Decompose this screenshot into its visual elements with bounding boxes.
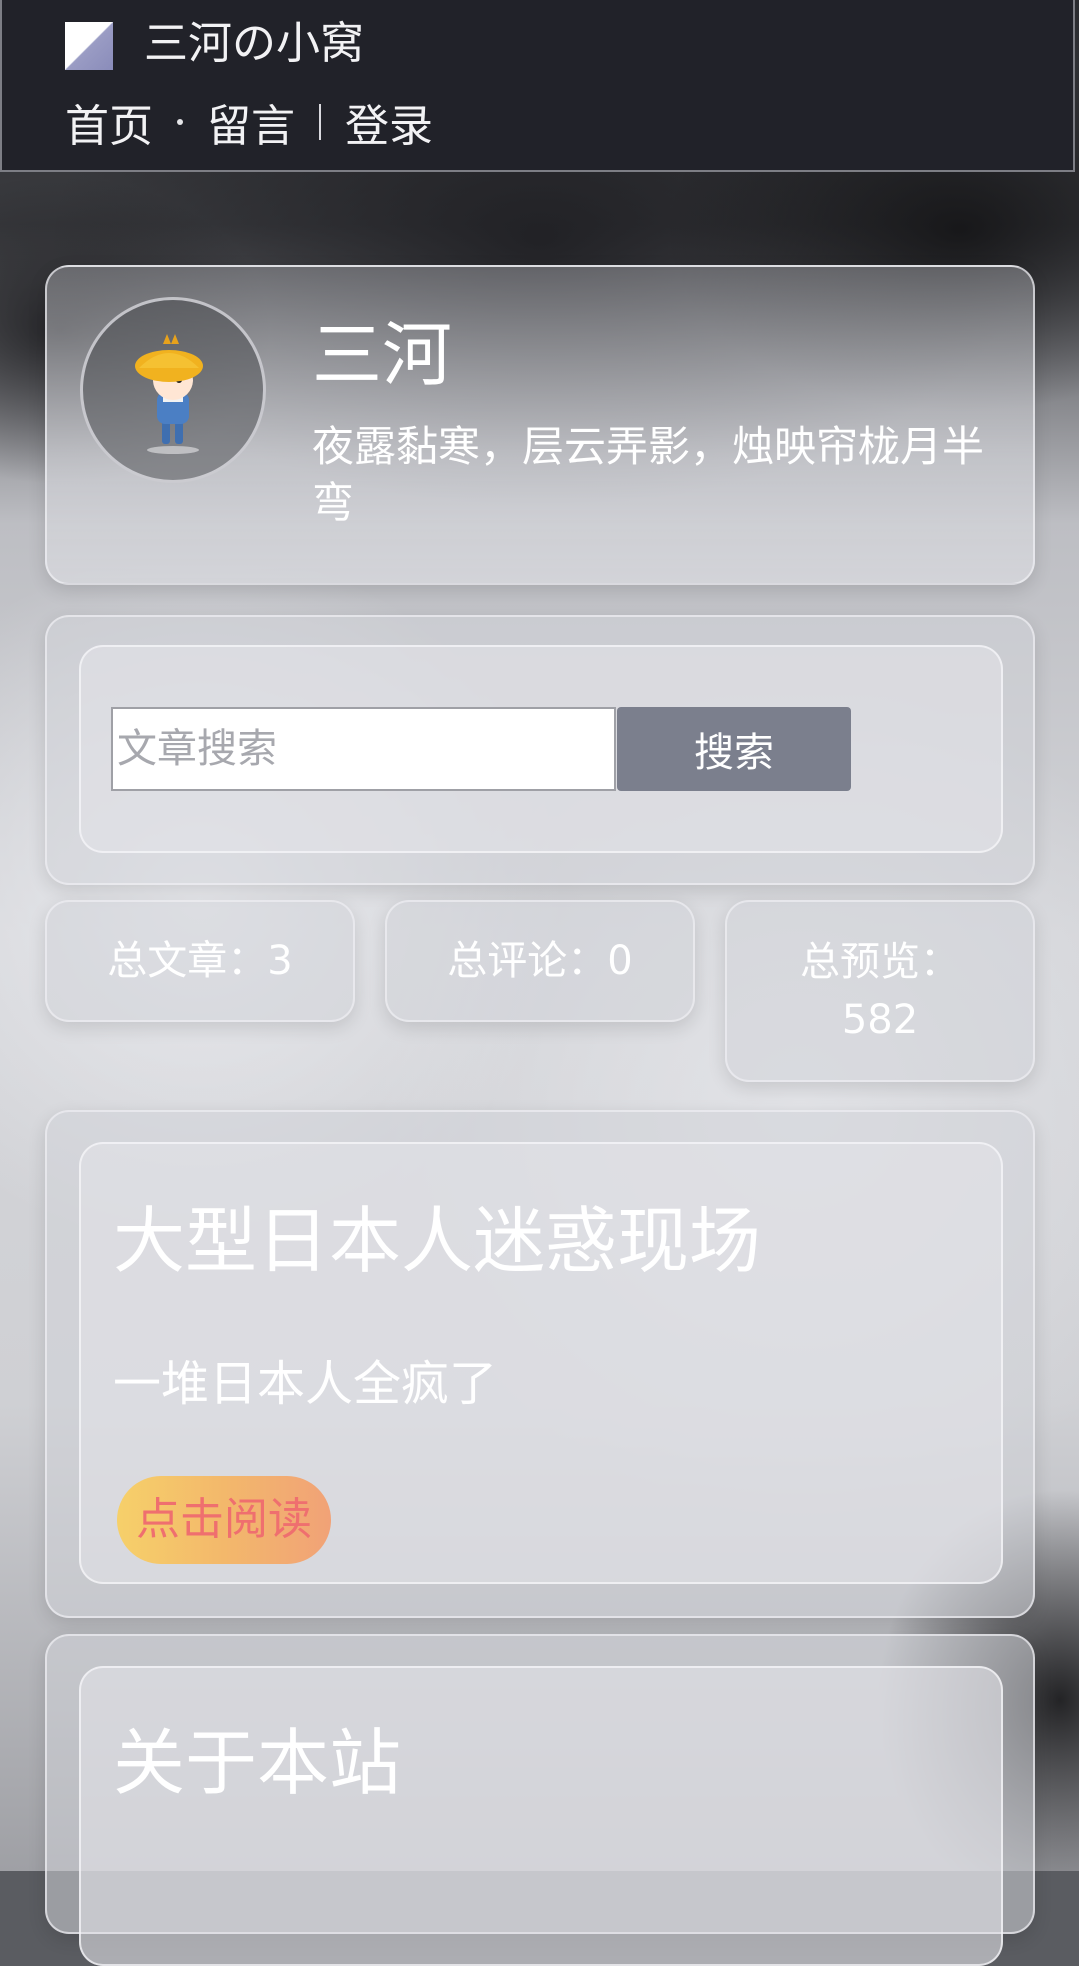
search-button[interactable]: 搜索 (617, 707, 851, 791)
article-item: 大型日本人迷惑现场 一堆日本人全疯了 点击阅读 (79, 1142, 1003, 1584)
about-card: 关于本站 (45, 1634, 1035, 1966)
nav-separator-bar (319, 104, 321, 140)
profile-motto: 夜露黏寒，层云弄影，烛映帘栊月半弯 (312, 422, 985, 527)
stat-views-text: 总预览：582 (800, 939, 960, 1043)
stat-comments-text: 总评论：0 (447, 938, 633, 984)
article-card: 大型日本人迷惑现场 一堆日本人全疯了 点击阅读 (45, 1110, 1035, 1618)
search-card: 搜索 (45, 615, 1035, 885)
site-title[interactable]: 三河の小窝 (144, 16, 364, 72)
nav-separator-dot (177, 119, 183, 125)
site-logo-icon[interactable] (65, 22, 113, 70)
article-summary: 一堆日本人全疯了 (113, 1356, 498, 1412)
search-panel: 搜索 (79, 645, 1003, 853)
nav-guestbook-link[interactable]: 留言 (207, 90, 295, 154)
about-title: 关于本站 (113, 1721, 402, 1805)
main-nav: 首页 留言 登录 (65, 92, 433, 152)
read-more-button[interactable]: 点击阅读 (117, 1476, 331, 1564)
profile-card: 三河 夜露黏寒，层云弄影，烛映帘栊月半弯 (45, 265, 1035, 585)
stat-views: 总预览：582 (725, 900, 1035, 1082)
profile-name: 三河 (312, 314, 452, 396)
avatar-character-icon (135, 334, 203, 454)
top-nav-bar: 三河の小窝 首页 留言 登录 (0, 0, 1075, 172)
nav-home-link[interactable]: 首页 (65, 90, 153, 154)
search-input[interactable] (111, 707, 616, 791)
nav-login-link[interactable]: 登录 (345, 90, 433, 154)
avatar (80, 297, 266, 483)
article-title[interactable]: 大型日本人迷惑现场 (113, 1196, 761, 1286)
stat-articles: 总文章：3 (45, 900, 355, 1022)
about-panel: 关于本站 (79, 1666, 1003, 1966)
stat-articles-text: 总文章：3 (107, 938, 293, 984)
stat-comments: 总评论：0 (385, 900, 695, 1022)
